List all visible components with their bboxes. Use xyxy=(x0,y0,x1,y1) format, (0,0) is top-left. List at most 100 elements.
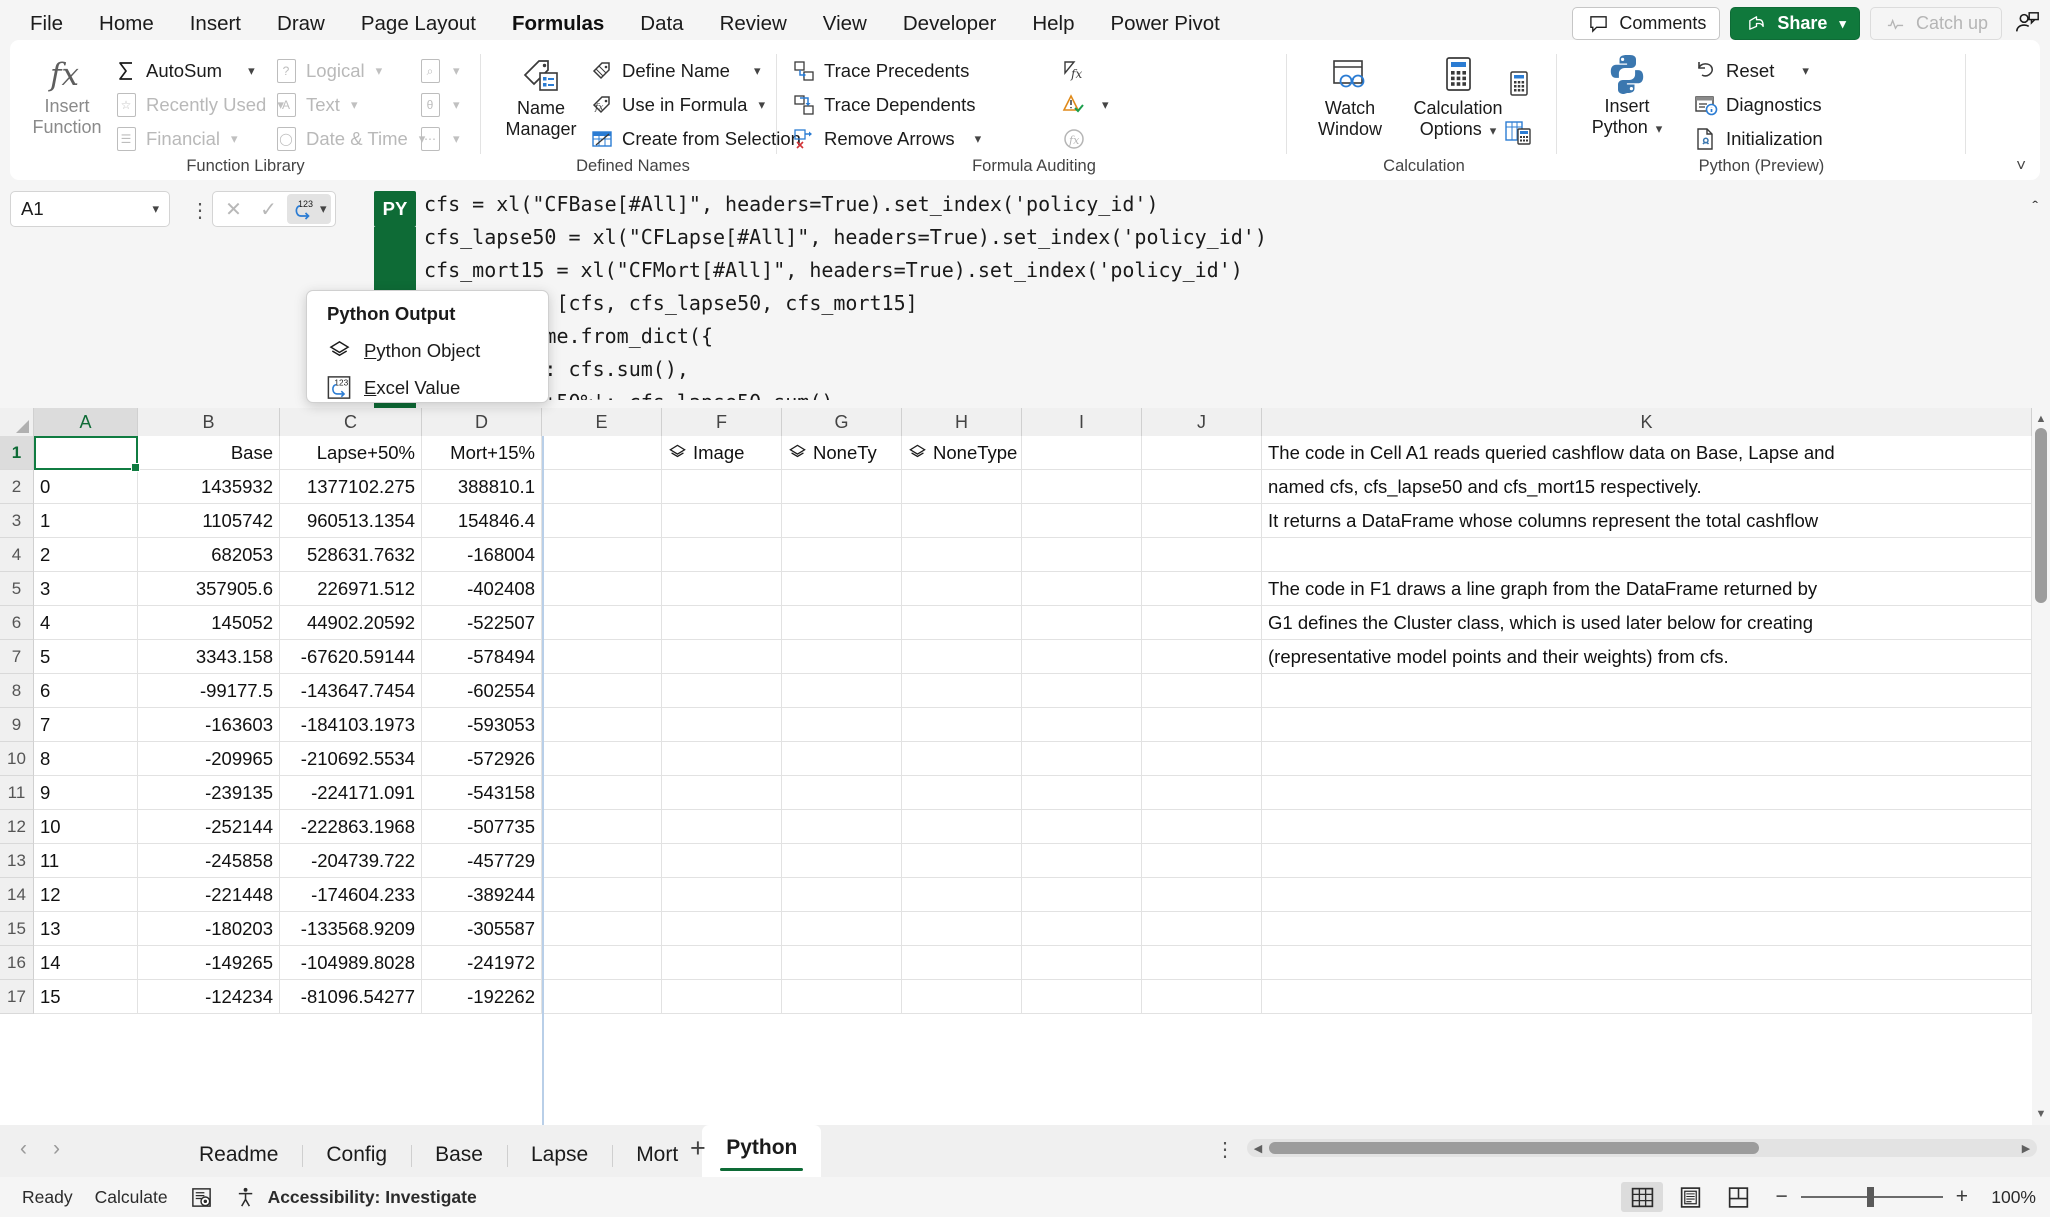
cell-E17[interactable] xyxy=(542,980,662,1014)
reset-chevron-down-icon[interactable]: ▾ xyxy=(1802,63,1809,79)
cell-J2[interactable] xyxy=(1142,470,1262,504)
name-box[interactable]: A1 ▾ xyxy=(10,191,170,227)
row-header-4[interactable]: 4 xyxy=(0,538,34,572)
row-header-12[interactable]: 12 xyxy=(0,810,34,844)
cell-E2[interactable] xyxy=(542,470,662,504)
cell-B9[interactable]: -163603 xyxy=(138,708,280,742)
sheet-tab-lapse[interactable]: Lapse xyxy=(506,1133,612,1177)
financial-button[interactable]: ☰ Financial ▾ xyxy=(114,122,264,156)
cell-D1[interactable]: Mort+15% xyxy=(422,436,542,470)
view-page-layout-button[interactable] xyxy=(1669,1182,1711,1212)
cell-J5[interactable] xyxy=(1142,572,1262,606)
cell-D10[interactable]: -572926 xyxy=(422,742,542,776)
name-manager-button[interactable]: Name Manager xyxy=(496,52,586,140)
recording-status-icon[interactable] xyxy=(190,1186,213,1209)
remove-arrows-chevron-down-icon[interactable]: ▾ xyxy=(975,131,982,147)
insert-python-button[interactable]: Insert Python ▾ xyxy=(1572,52,1682,139)
cell-E12[interactable] xyxy=(542,810,662,844)
logical-chevron-down-icon[interactable]: ▾ xyxy=(376,63,383,79)
cell-J17[interactable] xyxy=(1142,980,1262,1014)
cell-F11[interactable] xyxy=(662,776,782,810)
cell-J10[interactable] xyxy=(1142,742,1262,776)
cell-B6[interactable]: 145052 xyxy=(138,606,280,640)
zoom-handle[interactable] xyxy=(1866,1187,1874,1207)
cell-G16[interactable] xyxy=(782,946,902,980)
row-header-5[interactable]: 5 xyxy=(0,572,34,606)
confirm-formula-icon[interactable]: ✓ xyxy=(252,194,285,224)
cell-I15[interactable] xyxy=(1022,912,1142,946)
cell-B12[interactable]: -252144 xyxy=(138,810,280,844)
cell-G5[interactable] xyxy=(782,572,902,606)
cell-H12[interactable] xyxy=(902,810,1022,844)
cell-I9[interactable] xyxy=(1022,708,1142,742)
cell-F6[interactable] xyxy=(662,606,782,640)
sheet-prev-icon[interactable]: ‹ xyxy=(20,1137,27,1161)
menu-item-python-object[interactable]: Python Object xyxy=(307,332,548,369)
cell-D7[interactable]: -578494 xyxy=(422,640,542,674)
cell-I11[interactable] xyxy=(1022,776,1142,810)
cell-I8[interactable] xyxy=(1022,674,1142,708)
share-button[interactable]: Share ▾ xyxy=(1730,7,1860,40)
cell-H17[interactable] xyxy=(902,980,1022,1014)
more-functions-button[interactable]: ⋯ ▾ xyxy=(418,122,478,156)
cell-K9[interactable] xyxy=(1262,708,2032,742)
vertical-scroll-thumb[interactable] xyxy=(2035,428,2047,603)
scroll-down-icon[interactable]: ▼ xyxy=(2032,1105,2050,1123)
column-header-A[interactable]: A xyxy=(34,408,138,436)
row-header-3[interactable]: 3 xyxy=(0,504,34,538)
cell-J13[interactable] xyxy=(1142,844,1262,878)
cell-G12[interactable] xyxy=(782,810,902,844)
math-chevron-down-icon[interactable]: ▾ xyxy=(453,97,460,113)
cell-J14[interactable] xyxy=(1142,878,1262,912)
cell-J11[interactable] xyxy=(1142,776,1262,810)
scroll-up-icon[interactable]: ▲ xyxy=(2032,410,2050,428)
cell-A17[interactable]: 15 xyxy=(34,980,138,1014)
zoom-level-label[interactable]: 100% xyxy=(1980,1187,2036,1208)
cell-I14[interactable] xyxy=(1022,878,1142,912)
column-header-F[interactable]: F xyxy=(662,408,782,436)
cell-D2[interactable]: 388810.1 xyxy=(422,470,542,504)
scroll-right-icon[interactable]: ▶ xyxy=(2017,1139,2035,1157)
collapse-ribbon-icon[interactable]: ˅ xyxy=(2016,156,2026,176)
cell-H10[interactable] xyxy=(902,742,1022,776)
financial-chevron-down-icon[interactable]: ▾ xyxy=(231,131,238,147)
define-name-button[interactable]: Define Name ▾ xyxy=(590,54,780,88)
cell-C9[interactable]: -184103.1973 xyxy=(280,708,422,742)
cell-G15[interactable] xyxy=(782,912,902,946)
row-header-16[interactable]: 16 xyxy=(0,946,34,980)
horizontal-scroll-thumb[interactable] xyxy=(1269,1142,1759,1154)
sheet-overflow-icon[interactable]: ⋮ xyxy=(1215,1137,1235,1162)
cell-D13[interactable]: -457729 xyxy=(422,844,542,878)
cell-C13[interactable]: -204739.722 xyxy=(280,844,422,878)
row-header-15[interactable]: 15 xyxy=(0,912,34,946)
cell-C15[interactable]: -133568.9209 xyxy=(280,912,422,946)
zoom-slider[interactable]: − + xyxy=(1775,1185,1968,1209)
cell-G10[interactable] xyxy=(782,742,902,776)
zoom-out-button[interactable]: − xyxy=(1775,1185,1787,1209)
column-header-G[interactable]: G xyxy=(782,408,902,436)
cell-A14[interactable]: 12 xyxy=(34,878,138,912)
cell-C3[interactable]: 960513.1354 xyxy=(280,504,422,538)
cell-A4[interactable]: 2 xyxy=(34,538,138,572)
calculation-options-button[interactable]: Calculation Options ▾ xyxy=(1408,52,1508,141)
cell-B5[interactable]: 357905.6 xyxy=(138,572,280,606)
cell-K4[interactable] xyxy=(1262,538,2032,572)
cell-H14[interactable] xyxy=(902,878,1022,912)
cell-D12[interactable]: -507735 xyxy=(422,810,542,844)
cell-K13[interactable] xyxy=(1262,844,2032,878)
column-header-D[interactable]: D xyxy=(422,408,542,436)
sheet-tab-base[interactable]: Base xyxy=(411,1133,507,1177)
cell-K7[interactable]: (representative model points and their w… xyxy=(1262,640,2032,674)
menu-item-excel-value[interactable]: 123 Excel Value xyxy=(307,369,548,406)
catch-up-button[interactable]: Catch up xyxy=(1869,7,2002,40)
cell-E6[interactable] xyxy=(542,606,662,640)
cell-I7[interactable] xyxy=(1022,640,1142,674)
define-name-chevron-down-icon[interactable]: ▾ xyxy=(754,63,761,79)
cell-D9[interactable]: -593053 xyxy=(422,708,542,742)
cell-A5[interactable]: 3 xyxy=(34,572,138,606)
python-output-chevron-down-icon[interactable]: ▾ xyxy=(320,201,327,217)
cell-I1[interactable] xyxy=(1022,436,1142,470)
cell-B4[interactable]: 682053 xyxy=(138,538,280,572)
cell-E13[interactable] xyxy=(542,844,662,878)
cell-B7[interactable]: 3343.158 xyxy=(138,640,280,674)
